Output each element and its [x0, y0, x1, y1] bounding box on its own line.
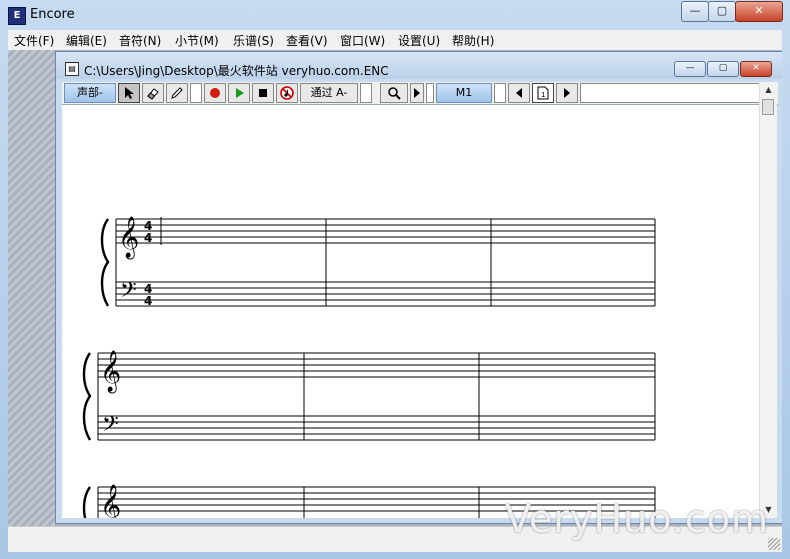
doc-close-button[interactable]: ✕ [740, 61, 772, 77]
maximize-button[interactable]: ▢ [708, 1, 736, 22]
next-page-button[interactable] [556, 83, 578, 103]
eraser-icon [147, 88, 159, 100]
menu-help[interactable]: 帮助(H) [452, 32, 494, 49]
bass-clef-icon: 𝄢 [120, 278, 137, 308]
treble-clef-icon: 𝄞 [118, 216, 139, 259]
grand-staff-brace [100, 218, 110, 307]
app-window: E Encore — ▢ ✕ 文件(F) 编辑(E) 音符(N) 小节(M) 乐… [0, 0, 790, 559]
treble-clef-icon: 𝄞 [100, 350, 121, 393]
stop-button[interactable] [252, 83, 274, 103]
encore-app-icon[interactable]: E [8, 7, 26, 25]
grand-staff-brace [82, 486, 92, 518]
channel-selector[interactable]: 通过 A- [300, 83, 358, 103]
score-toolbar: 声部- 通过 A- M1 1 [62, 82, 778, 105]
mute-button[interactable] [276, 83, 298, 103]
menu-settings[interactable]: 设置(U) [398, 32, 440, 49]
menu-note[interactable]: 音符(N) [119, 32, 161, 49]
record-button[interactable] [204, 83, 226, 103]
close-button[interactable]: ✕ [735, 1, 783, 22]
document-title: C:\Users\Jing\Desktop\最火软件站 veryhuo.com.… [84, 64, 389, 78]
menu-measure[interactable]: 小节(M) [175, 32, 219, 49]
document-title-bar[interactable]: ▤ C:\Users\Jing\Desktop\最火软件站 veryhuo.co… [56, 52, 782, 79]
workspace-background [8, 50, 56, 526]
watermark-text: VeryHuo.com [505, 497, 770, 541]
toolbar-spacer [190, 83, 202, 103]
zoom-arrow-button[interactable] [410, 83, 424, 103]
svg-text:1: 1 [541, 91, 545, 99]
page-icon: 1 [537, 86, 549, 100]
grand-staff-brace [82, 352, 92, 441]
toolbar-spacer-3 [426, 83, 434, 103]
record-icon [210, 88, 220, 98]
bass-time-sig-bottom: 4 [144, 294, 152, 308]
document-window: ▤ C:\Users\Jing\Desktop\最火软件站 veryhuo.co… [55, 51, 782, 524]
vertical-scrollbar[interactable]: ▲ ▼ [759, 82, 777, 518]
triangle-right-icon [414, 88, 420, 98]
play-icon [236, 88, 244, 98]
resize-grip[interactable] [768, 538, 780, 550]
prev-page-button[interactable] [508, 83, 530, 103]
toolbar-fill [580, 83, 760, 103]
document-icon[interactable]: ▤ [65, 62, 79, 76]
bass-clef-icon: 𝄢 [102, 412, 119, 442]
select-tool-button[interactable] [118, 83, 140, 103]
treble-clef-icon: 𝄞 [100, 484, 121, 518]
menu-window[interactable]: 窗口(W) [340, 32, 385, 49]
page-view-button[interactable]: 1 [532, 83, 554, 103]
stop-icon [259, 89, 267, 97]
triangle-left-icon [516, 88, 522, 98]
bass-staff [116, 281, 655, 307]
score-system-2: 𝄞 𝄢 [82, 350, 656, 442]
toolbar-spacer-4 [494, 83, 506, 103]
score-sheet[interactable]: 𝄞 𝄢 4 4 4 4 𝄞 𝄢 𝄞 [62, 105, 759, 518]
toolbar-spacer-2 [360, 83, 372, 103]
bass-staff [98, 415, 655, 441]
eraser-tool-button[interactable] [142, 83, 164, 103]
score-system-1: 𝄞 𝄢 4 4 4 4 [100, 216, 656, 308]
measure-indicator[interactable]: M1 [436, 83, 492, 103]
minimize-button[interactable]: — [681, 1, 709, 22]
play-button[interactable] [228, 83, 250, 103]
menu-view[interactable]: 查看(V) [286, 32, 328, 49]
app-title: Encore [30, 7, 75, 22]
time-sig-bottom: 4 [144, 231, 152, 245]
menu-bar: 文件(F) 编辑(E) 音符(N) 小节(M) 乐谱(S) 查看(V) 窗口(W… [8, 30, 782, 50]
scroll-thumb[interactable] [762, 99, 774, 115]
arrow-cursor-icon [125, 87, 134, 99]
pencil-icon [171, 87, 183, 99]
pencil-tool-button[interactable] [166, 83, 188, 103]
zoom-button[interactable] [380, 83, 408, 103]
mdi-workspace: ▤ C:\Users\Jing\Desktop\最火软件站 veryhuo.co… [8, 50, 782, 526]
menu-score[interactable]: 乐谱(S) [233, 32, 274, 49]
treble-staff [98, 352, 655, 378]
menu-file[interactable]: 文件(F) [14, 32, 54, 49]
menu-edit[interactable]: 编辑(E) [66, 32, 107, 49]
doc-minimize-button[interactable]: — [674, 61, 706, 77]
mute-icon [280, 86, 294, 100]
doc-maximize-button[interactable]: ▢ [707, 61, 739, 77]
triangle-right-icon-2 [564, 88, 570, 98]
treble-staff [116, 218, 655, 244]
magnifier-icon [388, 87, 401, 100]
voice-selector[interactable]: 声部- [64, 83, 116, 103]
scroll-up-button[interactable]: ▲ [760, 82, 777, 98]
title-bar[interactable]: E Encore — ▢ ✕ [0, 0, 790, 30]
score-canvas[interactable]: 𝄞 𝄢 4 4 4 4 𝄞 𝄢 𝄞 [62, 105, 759, 518]
